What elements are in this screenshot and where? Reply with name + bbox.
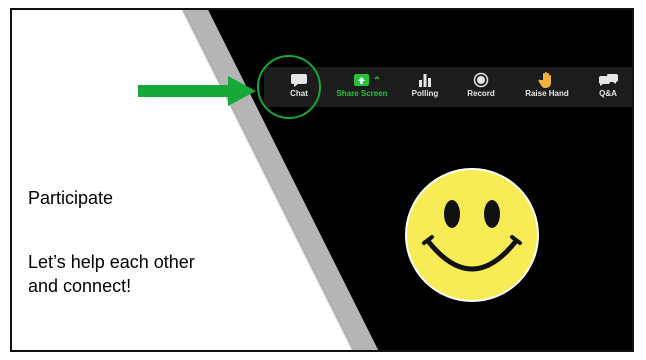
toolbar-label-polling: Polling — [411, 89, 439, 98]
toolbar-item-polling[interactable]: Polling — [408, 71, 442, 105]
toolbar-label-qa: Q&A — [599, 89, 617, 98]
toolbar-item-record[interactable]: Record — [464, 71, 498, 105]
smiley-face-icon — [405, 168, 539, 302]
toolbar-item-qa[interactable]: Q&A — [594, 71, 622, 105]
toolbar-label-raise-hand: Raise Hand — [525, 89, 569, 98]
share-screen-icon — [354, 74, 380, 86]
slide-frame: Chat Share Screen Polling Record Raise H… — [10, 8, 634, 352]
toolbar-item-raise-hand[interactable]: Raise Hand — [519, 71, 575, 105]
dark-screenshot-panel — [208, 10, 632, 350]
green-arrow-icon — [138, 76, 256, 106]
toolbar-label-share-screen: Share Screen — [336, 89, 388, 98]
slide-body-line-1: Let’s help each other — [28, 252, 195, 272]
record-icon — [473, 72, 489, 88]
slide: Chat Share Screen Polling Record Raise H… — [0, 0, 646, 360]
polling-icon — [419, 74, 431, 87]
toolbar-label-record: Record — [467, 89, 495, 98]
toolbar-item-share-screen[interactable]: Share Screen — [331, 71, 393, 105]
chat-highlight-circle — [257, 55, 321, 119]
raise-hand-icon — [538, 72, 551, 89]
slide-body-line-2: and connect! — [28, 276, 132, 296]
slide-heading: Participate — [28, 188, 114, 208]
qa-icon — [598, 74, 618, 86]
